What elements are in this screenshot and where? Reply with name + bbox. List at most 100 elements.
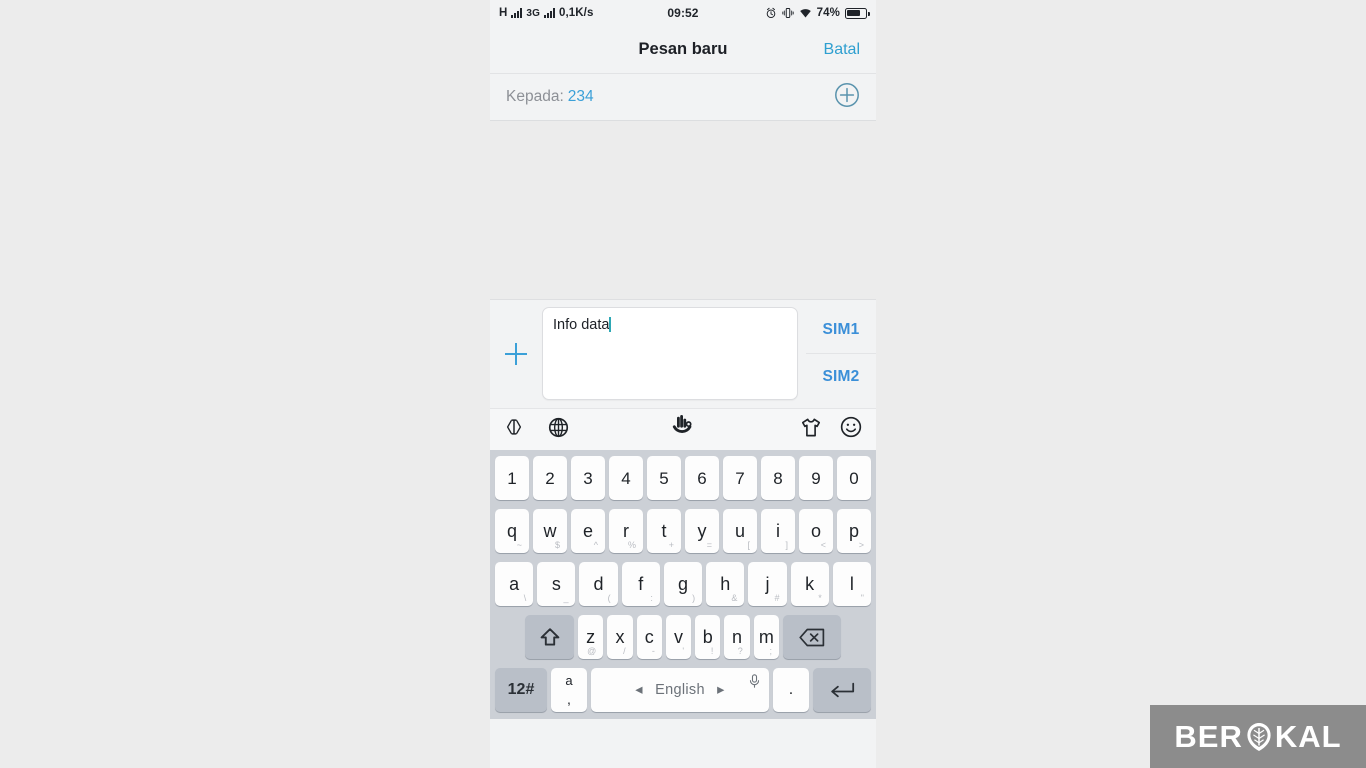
key-k[interactable]: k * [790,562,829,606]
enter-key[interactable] [813,668,871,712]
key-7[interactable]: 7 [723,456,757,500]
recipient-value[interactable]: 234 [568,88,594,106]
key-y[interactable]: y = [685,509,719,553]
cursor-move-icon[interactable] [504,418,524,441]
key-label: n [732,627,743,647]
key-6[interactable]: 6 [685,456,719,500]
virtual-keyboard: 1234567890 q ~ w $ e ^ r% t + y = u[i] o < p > a \ s _ d(f:… [490,450,876,719]
key-c[interactable]: c- [636,615,662,659]
comma-key-upper-label: a [565,673,573,688]
space-key[interactable]: ◂ English ▸ [591,668,769,712]
key-h[interactable]: h & [706,562,745,606]
key-alt-label: ( [607,593,611,603]
key-alt-label: ! [710,646,714,656]
microphone-icon[interactable] [749,674,760,693]
key-3[interactable]: 3 [571,456,605,500]
key-u[interactable]: u[ [723,509,757,553]
key-alt-label: > [858,540,864,550]
key-f[interactable]: f: [621,562,660,606]
key-m[interactable]: m; [753,615,779,659]
send-sim1-button[interactable]: SIM1 [806,307,876,353]
battery-percent-label: 74% [816,7,840,19]
leaf-brain-logo-icon [1247,722,1271,751]
key-4[interactable]: 4 [609,456,643,500]
key-label: m [758,627,774,647]
key-label: 7 [735,468,745,488]
key-label: 4 [621,468,631,488]
key-v[interactable]: v ' [665,615,692,659]
key-z[interactable]: z @ [578,615,604,659]
recipient-row[interactable]: Kepada: 234 [490,73,876,121]
attach-button[interactable] [490,307,542,400]
message-input[interactable]: Info data [542,307,798,400]
watermark-text-before: BER [1174,718,1243,754]
send-sim2-button[interactable]: SIM2 [806,353,876,400]
key-l[interactable]: l " [832,562,871,606]
emoji-smiley-icon[interactable] [840,416,862,443]
handwriting-icon[interactable] [670,415,696,444]
key-2[interactable]: 2 [533,456,567,500]
key-alt-label: / [623,646,626,656]
status-bar-left: H 3G 0,1K/s [499,7,593,19]
symbols-key[interactable]: 12# [495,668,547,712]
key-alt-label: : [650,593,653,603]
key-g[interactable]: g) [663,562,703,606]
key-8[interactable]: 8 [761,456,795,500]
globe-language-icon[interactable] [548,417,569,443]
key-label: 3 [583,468,593,488]
enter-return-icon [831,682,855,698]
page-title: Pesan baru [638,40,728,58]
key-b[interactable]: b! [695,615,721,659]
key-x[interactable]: x / [607,615,633,659]
key-label: 1 [507,468,517,488]
period-key-label: . [788,681,794,698]
key-a[interactable]: a \ [495,562,534,606]
key-label: l [849,574,854,594]
key-w[interactable]: w $ [533,509,567,553]
comma-key-lower-label: , [567,691,571,707]
key-9[interactable]: 9 [799,456,833,500]
key-r[interactable]: r% [609,509,643,553]
key-alt-label: ] [785,540,788,550]
key-alt-label: = [706,540,712,550]
key-label: t [661,521,667,541]
keyboard-toolbar-left [504,417,569,443]
shift-key[interactable] [525,615,575,659]
space-prev-arrow[interactable]: ◂ [635,682,643,698]
key-label: d [593,574,604,594]
key-n[interactable]: n? [724,615,750,659]
key-e[interactable]: e ^ [571,509,605,553]
period-key[interactable]: . [773,668,809,712]
symbols-key-label: 12# [507,681,535,698]
key-d[interactable]: d( [579,562,618,606]
theme-tshirt-icon[interactable] [800,417,822,443]
comma-key[interactable]: a , [551,668,587,712]
space-language-label: English [655,681,705,698]
backspace-key[interactable] [782,615,841,659]
key-1[interactable]: 1 [495,456,529,500]
cancel-button[interactable]: Batal [824,41,860,59]
key-q[interactable]: q ~ [495,509,529,553]
add-contact-circle-plus-icon[interactable] [834,82,860,113]
key-alt-label: @ [587,646,597,656]
key-label: h [720,574,731,594]
wifi-icon [799,9,811,18]
message-thread-area [490,121,876,299]
key-label: 8 [773,468,783,488]
key-t[interactable]: t + [647,509,681,553]
key-i[interactable]: i] [761,509,795,553]
key-j[interactable]: j # [748,562,787,606]
shift-arrow-icon [540,628,559,646]
watermark-text-after: KAL [1274,718,1342,754]
key-p[interactable]: p > [837,509,871,553]
keyboard-row-top: q ~ w $ e ^ r% t + y = u[i] o < p > [493,509,873,553]
key-label: b [702,627,713,647]
network-gen-label: 3G [526,7,540,19]
space-next-arrow[interactable]: ▸ [717,682,725,698]
key-o[interactable]: o < [799,509,833,553]
signal-bars-icon [511,8,523,18]
key-s[interactable]: s _ [537,562,576,606]
keyboard-row-home: a \ s _ d(f: g) h & j # k * l " [493,562,873,606]
key-5[interactable]: 5 [647,456,681,500]
key-0[interactable]: 0 [837,456,871,500]
